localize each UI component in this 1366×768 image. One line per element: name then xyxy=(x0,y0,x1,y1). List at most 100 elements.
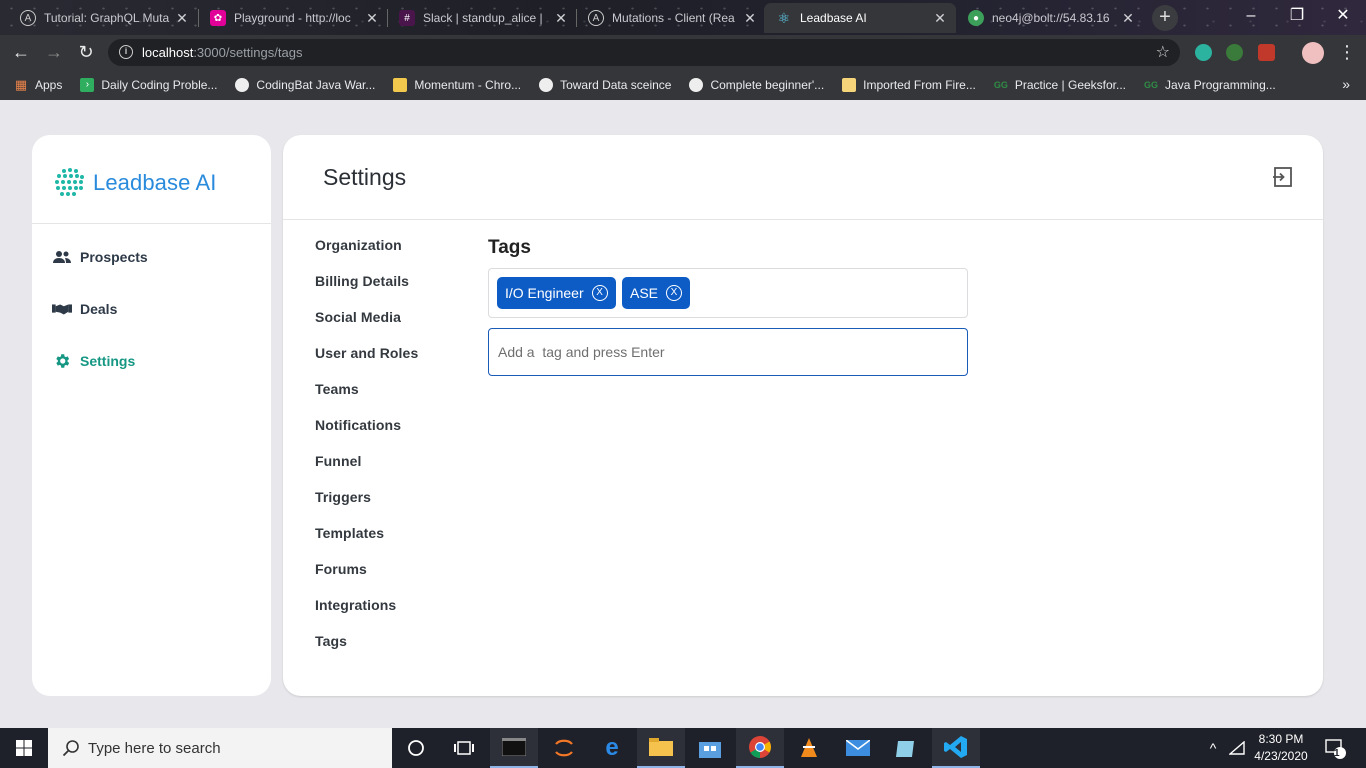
edge-icon[interactable]: e xyxy=(588,728,636,768)
bookmark-star-icon[interactable]: ☆ xyxy=(1156,42,1170,62)
extension-m-icon[interactable] xyxy=(1195,44,1212,61)
bookmarks-bar: ▦ Apps › Daily Coding Proble... CodingBat … xyxy=(0,69,1366,100)
globe-icon xyxy=(539,77,554,92)
brand-logo-icon xyxy=(55,168,84,196)
browser-tab[interactable]: ✿ Playground - http://loc ✕ xyxy=(198,3,388,33)
settings-link-organization[interactable]: Organization xyxy=(315,237,402,253)
action-center-icon[interactable]: 1 xyxy=(1320,728,1350,768)
bookmark-green-icon: › xyxy=(80,77,95,92)
bookmark-item[interactable]: Complete beginner'... xyxy=(689,77,824,92)
browser-tab[interactable]: # Slack | standup_alice | ✕ xyxy=(387,3,577,33)
globe-icon xyxy=(689,77,704,92)
sidebar-item-label: Deals xyxy=(80,301,118,317)
close-tab-icon[interactable]: ✕ xyxy=(742,10,758,27)
sidebar-item-prospects[interactable]: Prospects xyxy=(52,248,148,266)
vlc-icon[interactable] xyxy=(785,728,833,768)
settings-link-forums[interactable]: Forums xyxy=(315,561,367,577)
extension-red-icon[interactable] xyxy=(1258,44,1275,61)
apps-grid-icon: ▦ xyxy=(14,76,28,92)
tag-chip: I/O Engineer X xyxy=(497,277,616,309)
windows-start-icon[interactable] xyxy=(0,728,48,768)
add-tag-input[interactable] xyxy=(488,328,968,376)
settings-link-integrations[interactable]: Integrations xyxy=(315,597,396,613)
bookmark-item[interactable]: Imported From Fire... xyxy=(842,77,976,92)
reload-icon[interactable]: ↻ xyxy=(74,40,98,64)
settings-link-teams[interactable]: Teams xyxy=(315,381,359,397)
browser-tab[interactable]: A Tutorial: GraphQL Muta ✕ xyxy=(8,3,198,33)
back-arrow-icon[interactable]: ← xyxy=(9,40,33,64)
search-placeholder: Type here to search xyxy=(88,739,221,757)
settings-link-user-and-roles[interactable]: User and Roles xyxy=(315,345,418,361)
apollo-icon: A xyxy=(20,10,36,26)
app-sidebar: Leadbase AI Prospects Deals Settings xyxy=(32,135,271,696)
bookmark-item[interactable]: › Daily Coding Proble... xyxy=(80,77,217,92)
globe-icon xyxy=(235,77,250,92)
tray-overflow-icon[interactable]: ^ xyxy=(1202,728,1224,768)
close-tab-icon[interactable]: ✕ xyxy=(1120,10,1136,27)
settings-link-billing-details[interactable]: Billing Details xyxy=(315,273,409,289)
browser-tab[interactable]: ● neo4j@bolt://54.83.16 ✕ xyxy=(956,3,1144,33)
browser-tab-active[interactable]: ⚛ Leadbase AI ✕ xyxy=(764,3,956,33)
minimize-icon[interactable]: – xyxy=(1228,0,1274,32)
terminal-icon[interactable] xyxy=(490,728,538,768)
site-info-icon[interactable]: i xyxy=(119,45,133,59)
bookmark-item[interactable]: ▦ Apps xyxy=(14,76,63,92)
bookmark-item[interactable]: Toward Data sceince xyxy=(539,77,671,92)
page-title: Settings xyxy=(323,164,407,190)
vscode-icon[interactable] xyxy=(932,728,980,768)
file-explorer-icon[interactable] xyxy=(637,728,685,768)
jupyter-icon[interactable] xyxy=(540,728,588,768)
momentum-icon xyxy=(393,77,408,92)
notepad-icon[interactable] xyxy=(882,728,930,768)
browser-tab[interactable]: A Mutations - Client (Rea ✕ xyxy=(576,3,766,33)
bookmarks-overflow-icon[interactable]: » xyxy=(1342,76,1350,92)
brand[interactable]: Leadbase AI xyxy=(52,165,216,201)
sidebar-item-label: Settings xyxy=(80,353,136,369)
close-tab-icon[interactable]: ✕ xyxy=(932,10,948,27)
address-bar[interactable]: i localhost:3000/settings/tags ☆ xyxy=(108,39,1180,66)
remove-tag-button[interactable]: X xyxy=(666,285,683,301)
store-icon[interactable] xyxy=(686,728,734,768)
clock-time: 8:30 PM xyxy=(1258,732,1304,746)
settings-link-triggers[interactable]: Triggers xyxy=(315,489,371,505)
extension-globe-icon[interactable] xyxy=(1226,44,1243,61)
forward-arrow-icon[interactable]: → xyxy=(42,40,66,64)
sidebar-item-deals[interactable]: Deals xyxy=(52,300,117,318)
new-tab-button[interactable]: + xyxy=(1152,5,1178,31)
mail-icon[interactable] xyxy=(834,728,882,768)
bookmark-item[interactable]: GG Practice | Geeksfor... xyxy=(994,78,1126,92)
settings-link-funnel[interactable]: Funnel xyxy=(315,453,361,469)
section-title: Tags xyxy=(488,237,531,258)
chrome-icon[interactable] xyxy=(736,728,784,768)
folder-icon xyxy=(842,77,857,92)
gfg-icon: GG xyxy=(1144,79,1159,90)
profile-avatar[interactable] xyxy=(1302,42,1324,64)
apollo-icon: A xyxy=(588,10,604,26)
sidebar-item-settings[interactable]: Settings xyxy=(52,352,135,370)
tag-list: I/O Engineer X ASE X xyxy=(488,268,968,318)
close-tab-icon[interactable]: ✕ xyxy=(553,10,569,27)
close-window-icon[interactable]: ✕ xyxy=(1320,0,1366,32)
settings-link-templates[interactable]: Templates xyxy=(315,525,384,541)
settings-link-tags[interactable]: Tags xyxy=(315,633,347,649)
settings-link-notifications[interactable]: Notifications xyxy=(315,417,401,433)
restore-icon[interactable]: ❐ xyxy=(1274,0,1320,32)
close-tab-icon[interactable]: ✕ xyxy=(174,10,190,27)
brand-name: Leadbase AI xyxy=(93,170,217,195)
bookmark-item[interactable]: CodingBat Java War... xyxy=(235,77,375,92)
bookmark-item[interactable]: Momentum - Chro... xyxy=(393,77,521,92)
cortana-icon[interactable] xyxy=(392,728,440,768)
tag-chip: ASE X xyxy=(622,277,691,309)
logout-icon[interactable] xyxy=(1271,165,1295,189)
slack-icon: # xyxy=(399,10,415,26)
wifi-icon[interactable] xyxy=(1226,728,1248,768)
system-clock[interactable]: 8:30 PM 4/23/2020 xyxy=(1248,731,1314,765)
url-path: :3000/settings/tags xyxy=(193,45,303,60)
close-tab-icon[interactable]: ✕ xyxy=(364,10,380,27)
settings-link-social-media[interactable]: Social Media xyxy=(315,309,401,325)
bookmark-item[interactable]: GG Java Programming... xyxy=(1144,78,1276,92)
remove-tag-button[interactable]: X xyxy=(591,285,608,301)
taskbar-search[interactable]: Type here to search xyxy=(48,728,392,768)
browser-menu-icon[interactable]: ⋮ xyxy=(1335,40,1359,64)
task-view-icon[interactable] xyxy=(440,728,488,768)
